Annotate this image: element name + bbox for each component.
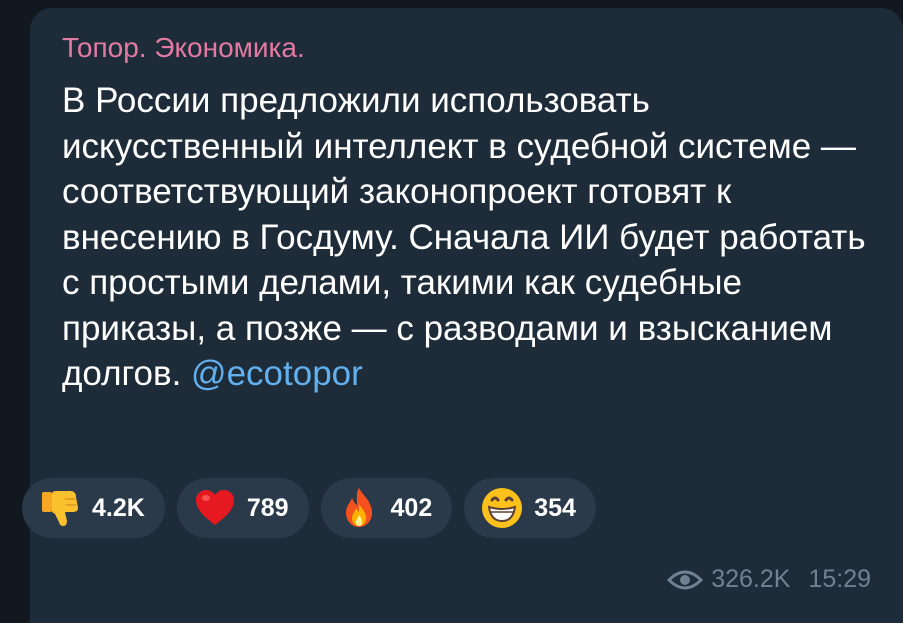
reactions-bar: 4.2K 789 402 354: [22, 478, 596, 538]
eye-icon: [667, 568, 704, 592]
grinning-face-icon: [480, 486, 524, 530]
reaction-count: 354: [534, 493, 576, 522]
reaction-count: 402: [390, 493, 433, 522]
reaction-fire[interactable]: 402: [320, 478, 453, 538]
reaction-heart[interactable]: 789: [176, 478, 309, 538]
fire-icon: [337, 486, 381, 530]
reaction-count: 789: [246, 493, 289, 522]
reaction-grin[interactable]: 354: [464, 478, 596, 538]
thumbs-down-icon: [38, 486, 82, 530]
mention-link[interactable]: @ecotopor: [191, 354, 363, 393]
message-text: В России предложили использовать искусст…: [62, 78, 882, 397]
reaction-count: 4.2K: [92, 493, 145, 522]
message-body: В России предложили использовать искусст…: [62, 81, 866, 393]
message-time: 15:29: [808, 565, 871, 593]
message-meta: 326.2K 15:29: [667, 565, 871, 594]
channel-name[interactable]: Топор. Экономика.: [62, 30, 903, 66]
reaction-thumbs-down[interactable]: 4.2K: [22, 478, 165, 538]
heart-icon: [193, 486, 237, 530]
view-count: 326.2K: [711, 565, 791, 593]
